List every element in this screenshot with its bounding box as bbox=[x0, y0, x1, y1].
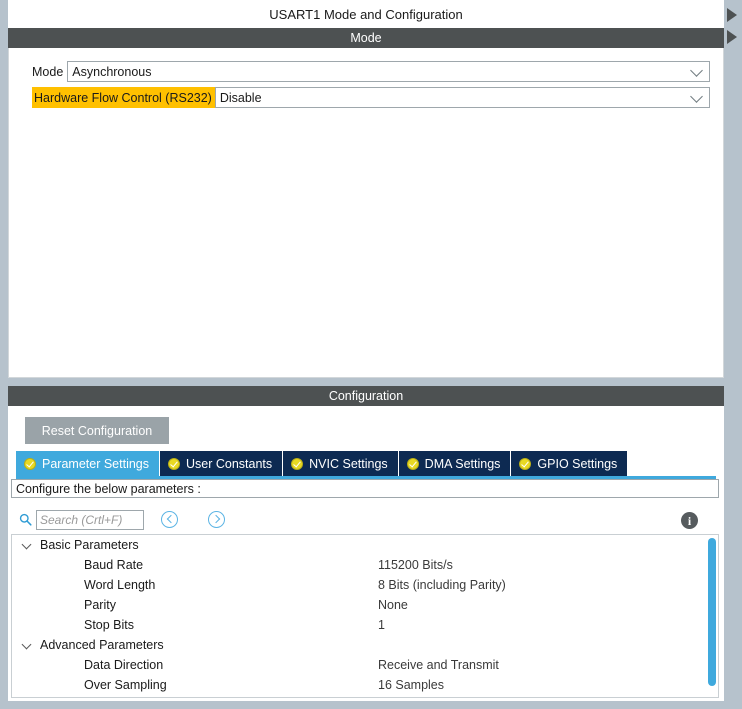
search-icon bbox=[19, 513, 32, 526]
parameter-row[interactable]: Over Sampling 16 Samples bbox=[12, 675, 718, 695]
parameter-row[interactable]: Baud Rate 115200 Bits/s bbox=[12, 555, 718, 575]
left-edge-strip bbox=[0, 0, 8, 709]
mode-dropdown-value: Asynchronous bbox=[72, 64, 152, 79]
parameter-list: Basic Parameters Baud Rate 115200 Bits/s… bbox=[11, 534, 719, 698]
parameter-name: Advanced Parameters bbox=[40, 638, 164, 652]
parameter-name: Basic Parameters bbox=[40, 538, 139, 552]
tab-label: User Constants bbox=[186, 456, 273, 471]
right-scroll-rail[interactable] bbox=[724, 0, 742, 709]
expand-right-chevron-icon[interactable] bbox=[727, 30, 737, 44]
mode-section-body: Mode Asynchronous Hardware Flow Control … bbox=[8, 48, 724, 378]
parameter-row[interactable]: Parity None bbox=[12, 595, 718, 615]
parameter-list-scrollbar[interactable] bbox=[708, 538, 716, 694]
parameter-name: Data Direction bbox=[84, 658, 164, 672]
parameter-value: Receive and Transmit bbox=[378, 658, 499, 672]
tab-label: DMA Settings bbox=[424, 456, 501, 471]
parameter-value: 1 bbox=[378, 618, 385, 632]
page-title: USART1 Mode and Configuration bbox=[8, 0, 724, 28]
parameter-value: None bbox=[378, 598, 408, 612]
tab-nvic-settings[interactable]: NVIC Settings bbox=[283, 451, 399, 476]
hardware-flow-control-dropdown[interactable]: Disable bbox=[214, 87, 710, 108]
configuration-section-header: Configuration bbox=[8, 386, 724, 406]
configuration-tabs: Parameter Settings User Constants NVIC S… bbox=[16, 451, 716, 476]
tab-label: NVIC Settings bbox=[309, 456, 388, 471]
scrollbar-thumb[interactable] bbox=[708, 538, 716, 686]
parameter-group-row[interactable]: Basic Parameters bbox=[12, 535, 718, 555]
tab-dma-settings[interactable]: DMA Settings bbox=[398, 451, 512, 476]
chevron-down-icon bbox=[690, 63, 703, 77]
tab-user-constants[interactable]: User Constants bbox=[160, 451, 284, 476]
search-toolbar: i bbox=[16, 508, 716, 534]
parameter-row[interactable]: Data Direction Receive and Transmit bbox=[12, 655, 718, 675]
bottom-edge-strip bbox=[8, 701, 724, 709]
mode-field-label: Mode bbox=[32, 64, 64, 79]
hardware-flow-control-value: Disable bbox=[219, 90, 262, 105]
hardware-flow-control-label: Hardware Flow Control (RS232) bbox=[32, 87, 215, 108]
parameter-name: Parity bbox=[84, 598, 116, 612]
chevron-down-icon[interactable] bbox=[22, 639, 34, 651]
parameter-row[interactable]: Stop Bits 1 bbox=[12, 615, 718, 635]
chevron-down-icon[interactable] bbox=[22, 539, 34, 551]
check-circle-icon bbox=[168, 457, 180, 470]
search-next-button[interactable] bbox=[208, 511, 225, 528]
parameter-value: 115200 Bits/s bbox=[378, 558, 453, 572]
parameter-row[interactable]: Word Length 8 Bits (including Parity) bbox=[12, 575, 718, 595]
parameter-name: Stop Bits bbox=[84, 618, 135, 632]
tab-gpio-settings[interactable]: GPIO Settings bbox=[511, 451, 629, 476]
parameter-value: 16 Samples bbox=[378, 678, 445, 692]
check-circle-icon bbox=[519, 457, 532, 470]
parameter-name: Word Length bbox=[84, 578, 156, 592]
tab-label: GPIO Settings bbox=[537, 456, 618, 471]
configuration-section-body: Reset Configuration Parameter Settings U… bbox=[8, 406, 724, 701]
check-circle-icon bbox=[406, 457, 419, 470]
search-previous-button[interactable] bbox=[161, 511, 178, 528]
parameter-name: Over Sampling bbox=[84, 678, 167, 692]
check-circle-icon bbox=[291, 457, 304, 470]
tab-parameter-settings[interactable]: Parameter Settings bbox=[16, 451, 160, 476]
parameter-name: Baud Rate bbox=[84, 558, 144, 572]
reset-configuration-button[interactable]: Reset Configuration bbox=[25, 417, 169, 444]
configure-prompt: Configure the below parameters : bbox=[11, 479, 719, 498]
chevron-down-icon bbox=[690, 89, 703, 103]
usart-configuration-panel: USART1 Mode and Configuration Mode Mode … bbox=[0, 0, 742, 709]
collapse-right-chevron-icon[interactable] bbox=[727, 8, 737, 22]
mode-field-row: Mode Asynchronous bbox=[32, 61, 710, 82]
mode-dropdown[interactable]: Asynchronous bbox=[67, 61, 710, 82]
parameter-value: 8 Bits (including Parity) bbox=[378, 578, 506, 592]
info-icon[interactable]: i bbox=[681, 512, 698, 529]
search-input[interactable] bbox=[36, 510, 144, 530]
tab-label: Parameter Settings bbox=[42, 456, 149, 471]
parameter-group-row[interactable]: Advanced Parameters bbox=[12, 635, 718, 655]
mode-section-header: Mode bbox=[8, 28, 724, 48]
hardware-flow-control-field-row: Hardware Flow Control (RS232) Disable bbox=[32, 87, 710, 108]
check-circle-icon bbox=[24, 457, 36, 470]
